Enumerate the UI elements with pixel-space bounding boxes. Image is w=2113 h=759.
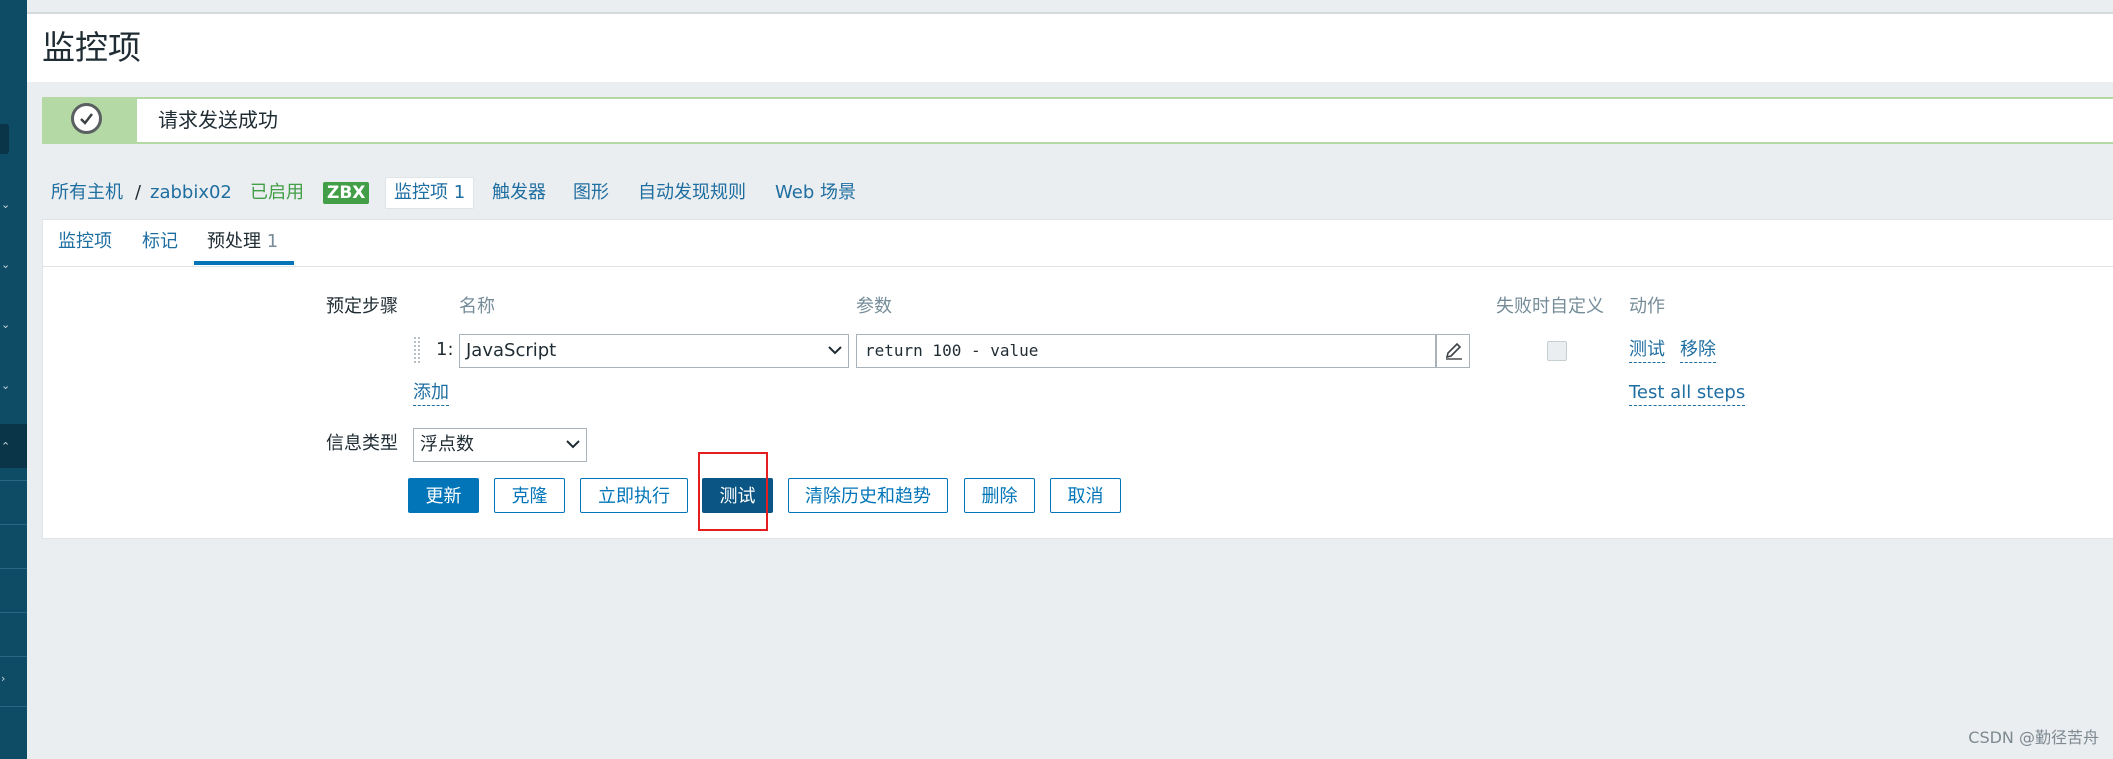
sidebar-divider [0, 656, 27, 657]
page-title: 监控项 [42, 28, 141, 67]
page-header: 监控项 [27, 14, 2113, 82]
update-button[interactable]: 更新 [408, 478, 479, 513]
nav-items-count: 1 [453, 182, 466, 203]
success-message: 请求发送成功 [42, 97, 2113, 144]
sidebar-collapse-button[interactable] [0, 124, 9, 154]
preprocessing-steps-label: 预定步骤 [326, 296, 398, 317]
edit-script-button[interactable] [1436, 334, 1470, 368]
step-type-value: JavaScript [466, 340, 557, 361]
chevron-down-icon[interactable]: ⌄ [1, 199, 10, 211]
info-type-select[interactable]: 浮点数 [413, 428, 587, 462]
execute-now-button[interactable]: 立即执行 [580, 478, 688, 513]
column-custom-on-fail-header: 失败时自定义 [1496, 296, 1604, 317]
column-name-header: 名称 [459, 296, 495, 317]
chevron-down-icon[interactable]: ⌄ [1, 259, 10, 271]
cancel-button[interactable]: 取消 [1050, 478, 1121, 513]
nav-web-link[interactable]: Web 场景 [775, 178, 856, 208]
step-remove-link[interactable]: 移除 [1680, 338, 1716, 363]
sidebar-active-section[interactable]: ⌃ [0, 424, 27, 468]
form-tabs: 监控项 标记 预处理 1 [43, 220, 2113, 267]
nav-discovery-link[interactable]: 自动发现规则 [638, 178, 746, 208]
chevron-up-icon: ⌃ [1, 440, 11, 453]
step-test-link[interactable]: 测试 [1629, 338, 1665, 363]
tab-preprocessing-label: 预处理 [207, 231, 261, 252]
drag-handle-icon[interactable] [413, 336, 421, 364]
zbx-availability-badge: ZBX [323, 182, 370, 204]
nav-all-hosts-link[interactable]: 所有主机 [51, 178, 123, 208]
sidebar-divider [0, 612, 27, 613]
step-parameter-input[interactable]: return 100 - value [856, 334, 1436, 368]
info-type-label: 信息类型 [326, 433, 398, 454]
message-text: 请求发送成功 [158, 108, 278, 132]
nav-graphs-link[interactable]: 图形 [573, 178, 609, 208]
step-index: 1: [436, 339, 454, 360]
chevron-down-icon [566, 440, 580, 449]
chevron-down-icon [828, 346, 842, 355]
custom-on-fail-checkbox[interactable] [1547, 341, 1567, 361]
chevron-down-icon[interactable]: ⌄ [1, 380, 10, 392]
sidebar-divider [0, 706, 27, 707]
clone-button[interactable]: 克隆 [494, 478, 565, 513]
sidebar-divider [0, 568, 27, 569]
tab-item[interactable]: 监控项 [58, 230, 112, 254]
main-sidebar: ⌄ ⌄ ⌄ ⌄ ⌃ › [0, 0, 27, 759]
watermark-text: CSDN @勤径苦舟 [1968, 728, 2099, 747]
test-all-steps-link[interactable]: Test all steps [1629, 381, 1746, 406]
clear-history-button[interactable]: 清除历史和趋势 [788, 478, 948, 513]
sidebar-divider [0, 524, 27, 525]
tab-tags[interactable]: 标记 [142, 230, 178, 254]
nav-triggers-link[interactable]: 触发器 [492, 178, 546, 208]
annotation-highlight-box [698, 452, 768, 531]
nav-host-link[interactable]: zabbix02 [150, 178, 232, 208]
breadcrumb-separator: / [135, 182, 142, 203]
add-step-link[interactable]: 添加 [413, 381, 449, 406]
nav-items-tab[interactable]: 监控项 1 [385, 177, 475, 209]
tab-preprocessing[interactable]: 预处理 1 [207, 230, 278, 254]
chevron-right-icon[interactable]: › [1, 673, 5, 685]
message-icon-box [44, 99, 137, 142]
chevron-down-icon[interactable]: ⌄ [1, 319, 10, 331]
sidebar-divider [0, 480, 27, 481]
column-actions-header: 动作 [1629, 296, 1665, 317]
column-params-header: 参数 [856, 296, 892, 317]
tab-preprocessing-count: 1 [266, 231, 279, 252]
top-strip [27, 0, 2113, 14]
nav-items-label: 监控项 [394, 182, 448, 203]
info-type-value: 浮点数 [420, 434, 474, 455]
active-tab-indicator [194, 261, 294, 265]
pencil-icon [1445, 342, 1462, 360]
host-status-enabled[interactable]: 已启用 [250, 178, 304, 208]
check-circle-icon [71, 103, 102, 134]
delete-button[interactable]: 删除 [964, 478, 1035, 513]
step-type-select[interactable]: JavaScript [459, 334, 849, 368]
